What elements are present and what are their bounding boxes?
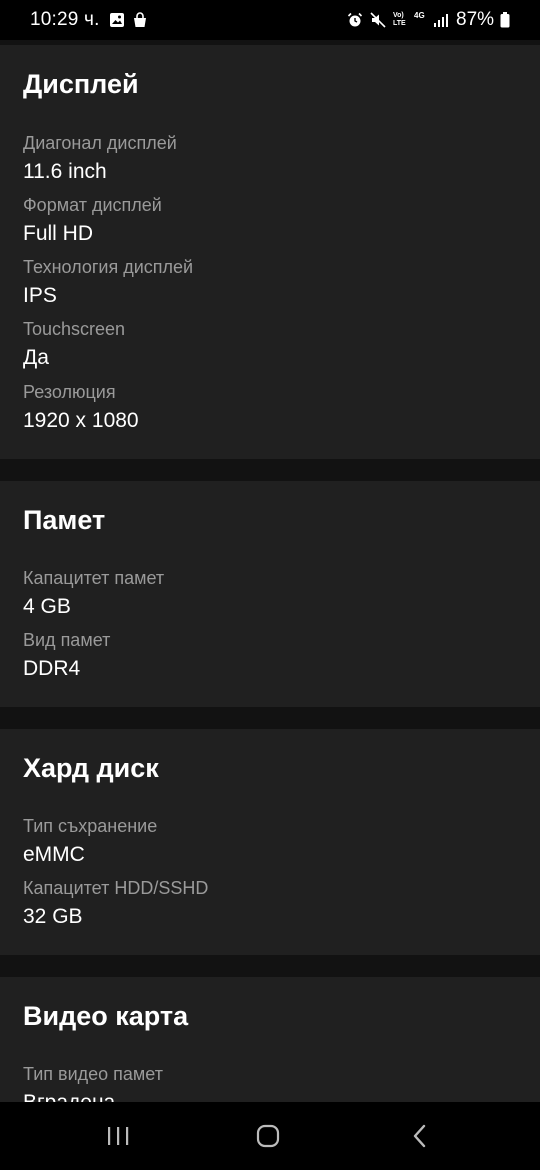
spec-label: Технология дисплей [23,257,194,277]
volte-icon: Vo) LTE [393,12,406,27]
spec-value: IPS [23,284,57,307]
shopping-bag-icon [132,12,148,28]
spec-value: 1920 x 1080 [23,409,139,432]
spec-value: Вградена [23,1091,115,1102]
section-graphics: Видео карта Тип видео памет Вградена [0,977,540,1102]
status-bar: 10:29 ч. Vo) LTE 4G 87% [0,0,540,40]
navigation-bar [0,1102,540,1170]
home-button[interactable] [248,1120,288,1156]
alarm-icon [347,12,363,28]
signal-icon [433,12,449,28]
battery-icon [500,12,510,28]
screen: 10:29 ч. Vo) LTE 4G 87% Дисплей Диагонал… [0,0,540,1170]
gallery-icon [109,12,125,28]
recents-icon [106,1125,130,1152]
section-title: Дисплей [23,69,139,99]
back-icon [412,1124,428,1153]
section-title: Памет [23,505,106,535]
spec-value: eMMC [23,843,85,866]
home-icon [256,1124,280,1153]
spec-value: Да [23,346,49,369]
spec-value: 32 GB [23,905,83,928]
spec-label: Тип съхранение [23,816,158,836]
spec-label: Капацитет памет [23,568,165,588]
spec-value: 4 GB [23,595,71,618]
spec-label: Touchscreen [23,319,126,339]
back-button[interactable] [400,1120,440,1156]
4g-icon: 4G [414,11,425,20]
mute-icon [370,12,386,28]
recents-button[interactable] [98,1120,138,1156]
spec-value: DDR4 [23,657,81,680]
spec-value: Full HD [23,222,94,245]
section-memory: Памет Капацитет памет 4 GB Вид памет DDR… [0,481,540,707]
section-display: Дисплей Диагонал дисплей 11.6 inch Форма… [0,45,540,459]
spec-label: Тип видео памет [23,1064,163,1084]
section-title: Видео карта [23,1001,189,1031]
spec-label: Резолюция [23,382,116,402]
spec-label: Диагонал дисплей [23,133,177,153]
spec-label: Капацитет HDD/SSHD [23,878,209,898]
battery-percentage: 87% [456,9,495,30]
status-time: 10:29 ч. [30,9,100,30]
spec-label: Вид памет [23,630,111,650]
specs-scroll-area[interactable]: Дисплей Диагонал дисплей 11.6 inch Форма… [0,40,540,1102]
spec-label: Формат дисплей [23,195,162,215]
section-storage: Хард диск Тип съхранение eMMC Капацитет … [0,729,540,955]
section-title: Хард диск [23,753,159,783]
spec-value: 11.6 inch [23,160,107,183]
